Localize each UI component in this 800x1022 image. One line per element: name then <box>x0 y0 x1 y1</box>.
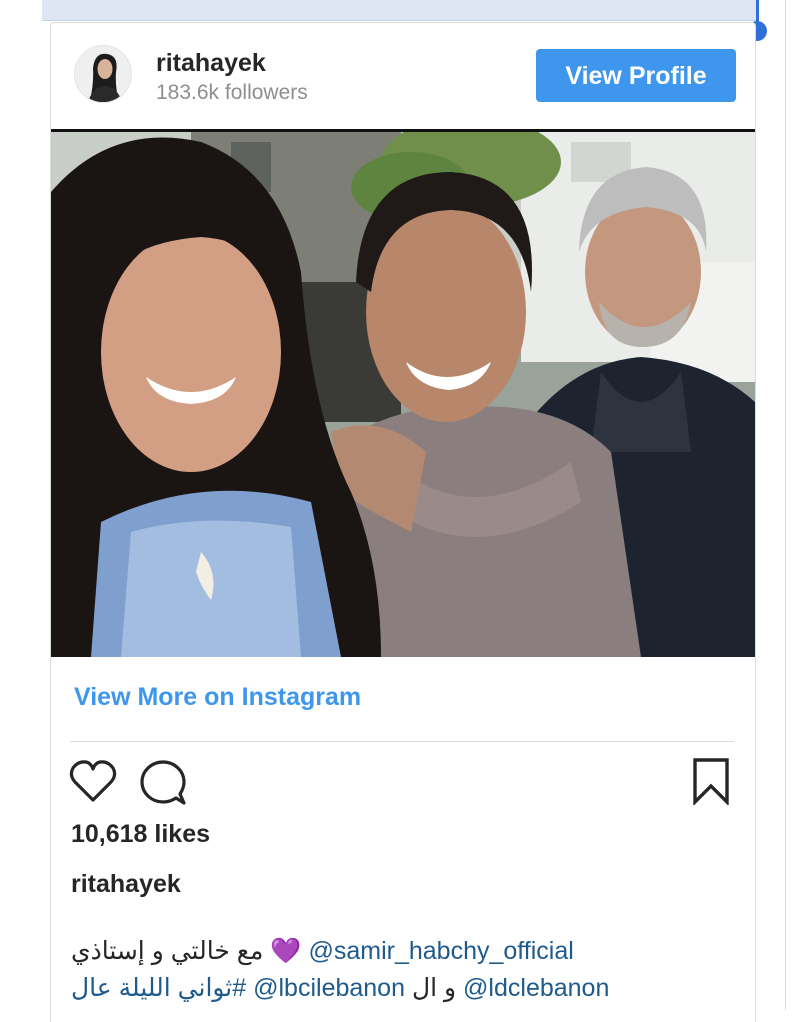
post-photo[interactable] <box>51 132 755 657</box>
caption-line: مع خالتي و إستاذي 💜 @samir_habchy_offici… <box>71 936 574 966</box>
selection-highlight-bar <box>42 0 756 21</box>
mention-link[interactable]: @lbcilebanon <box>253 974 405 1002</box>
view-more-link[interactable]: View More on Instagram <box>74 683 361 712</box>
instagram-embed-card: ritahayek 183.6k followers View Profile <box>50 22 756 1022</box>
follower-count: 183.6k followers <box>156 81 308 104</box>
purple-heart-emoji: 💜 <box>270 937 302 965</box>
mention-link[interactable]: @samir_habchy_official <box>308 937 573 965</box>
caption-text: مع خالتي و إستاذي <box>71 937 264 965</box>
heart-icon[interactable] <box>69 759 117 803</box>
like-count[interactable]: 10,618 likes <box>71 820 210 849</box>
divider <box>70 741 734 742</box>
post-header: ritahayek 183.6k followers View Profile <box>51 23 755 129</box>
comment-bubble-icon[interactable] <box>138 758 188 808</box>
bookmark-icon[interactable] <box>692 757 730 807</box>
profile-username[interactable]: ritahayek <box>156 49 266 78</box>
page-edge <box>785 0 786 1010</box>
view-profile-button[interactable]: View Profile <box>536 49 736 102</box>
mention-link[interactable]: @ldclebanon <box>463 974 609 1002</box>
caption-text: و ال <box>411 974 457 1002</box>
caption-username[interactable]: ritahayek <box>71 870 181 899</box>
caption-line: #ثواني الليلة عال @lbcilebanon و ال @ldc… <box>71 973 609 1003</box>
hashtag-link[interactable]: #ثواني الليلة عال <box>71 974 246 1002</box>
avatar[interactable] <box>74 45 132 103</box>
